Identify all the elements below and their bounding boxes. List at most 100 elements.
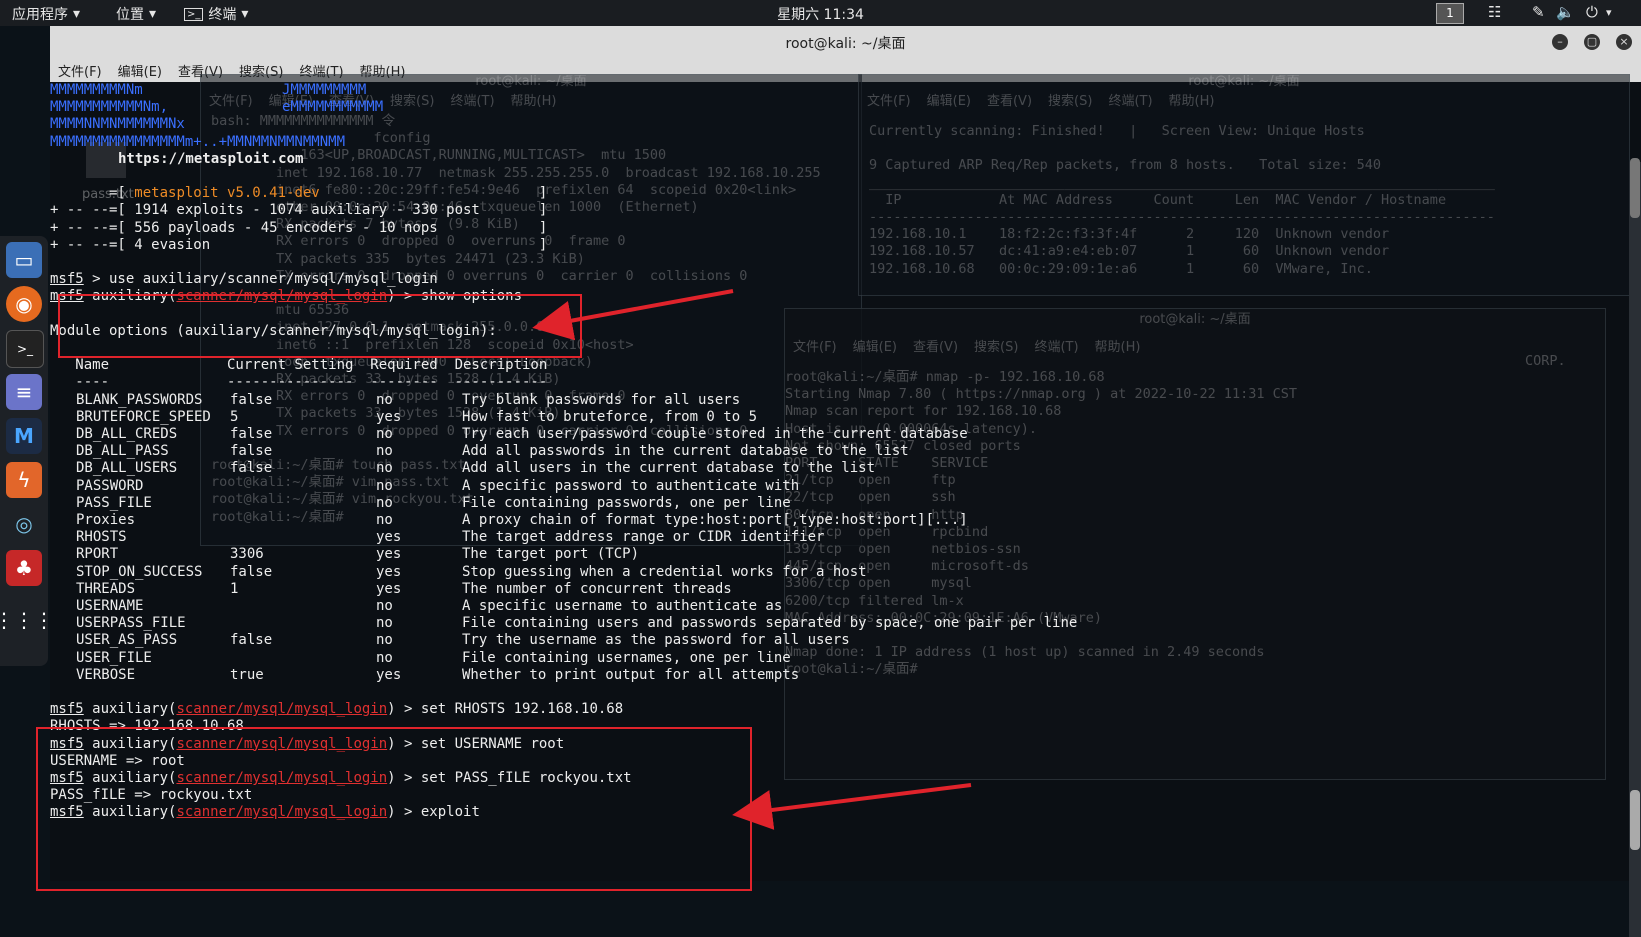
window-titlebar[interactable]: root@kali: ~/桌面 – ▢ × [50,26,1641,58]
app-grid-icon[interactable]: ⋮⋮⋮ [0,602,54,638]
menu-edit[interactable]: 编辑(E) [118,61,162,80]
option-name: VERBOSE [76,666,136,683]
bg-window-title: root@kali: ~/桌面 [1139,312,1251,327]
bg-left-line: root@kali:~/桌面# vim rockyou.txt [211,491,474,508]
option-required: yes [376,529,402,546]
option-required: no [376,443,393,460]
files-icon[interactable]: ▭ [6,242,42,278]
option-desc: The target address range or CIDR identif… [462,529,825,546]
bg-nmap-line: root@kali:~/桌面# [785,661,926,678]
firefox-icon[interactable]: ◉ [6,286,42,322]
option-desc: Stop guessing when a credential works fo… [462,563,867,580]
notes-icon[interactable]: ≡ [6,374,42,410]
bg-nmap-corp: CORP. [1525,353,1566,369]
power-icon[interactable]: ⏻ [1586,3,1598,21]
option-name: USER_AS_PASS [76,632,178,649]
option-setting: false [230,443,273,460]
option-desc: Add all users in the current database to… [462,460,876,477]
bg-window-menubar: 文件(F) 编辑(E) 查看(V) 搜索(S) 终端(T) 帮助(H) [867,93,1214,110]
option-required: yes [376,546,402,563]
close-icon[interactable]: × [1616,34,1632,50]
bg-right-line: ________________________________________… [869,174,1495,191]
option-name: Proxies [76,512,136,528]
option-setting: false [230,460,273,477]
metasploit-icon[interactable]: M [6,418,42,454]
bg-right-line: ----------------------------------------… [869,209,1495,225]
option-name: BRUTEFORCE_SPEED [76,408,211,425]
annotation-box-set-options [36,727,752,891]
option-desc: A proxy chain of format type:host:port[,… [462,512,968,528]
option-required: yes [376,580,402,597]
maximize-icon[interactable]: ▢ [1584,34,1600,50]
terminal-content[interactable]: root@kali: ~/桌面 文件(F) 编辑(E) 查看(V) 搜索(S) … [36,74,1641,937]
option-required: no [376,632,393,649]
chevron-down-icon[interactable]: ▾ [1606,6,1612,19]
terminal-icon[interactable]: >_ [6,330,44,368]
metasploit-url: https://metasploit.com [118,150,304,167]
top-panel: 应用程序 ▾ 位置 ▾ >_ 终端 ▾ 星期六 11:34 1 ☷ ✎ 🔈 ⏻ … [0,0,1641,26]
volume-icon[interactable]: 🔈 [1556,3,1575,21]
cherrytree-icon[interactable]: ♣ [6,550,42,586]
bg-scrollbar-thumb[interactable] [1630,158,1640,218]
arrow-to-set-commands [732,783,972,830]
window-title: root@kali: ~/桌面 [785,36,906,52]
option-desc: The number of concurrent threads [462,580,732,597]
cmd-use: > use auxiliary/scanner/mysql/mysql_logi… [83,271,438,288]
option-name: RHOSTS [76,529,127,546]
option-name: DB_ALL_CREDS [76,426,178,442]
option-desc: Add all passwords in the current databas… [462,443,909,460]
option-required: no [376,615,393,632]
banner-line: MMMMMMMMMMMMMMMMm+..+MMNMMNMMNMMNMM [50,133,346,150]
bg-window-menubar: 文件(F) 编辑(E) 查看(V) 搜索(S) 终端(T) 帮助(H) [793,339,1140,356]
option-setting: 3306 [230,546,264,563]
bg-menu-search: 搜索(S) [974,340,1019,355]
option-setting: 1 [230,580,239,597]
banner-line: MMMMMMMMMNm [50,82,143,98]
clock[interactable]: 星期六 11:34 [0,4,1641,24]
scrollbar-thumb[interactable] [1630,790,1640,850]
prompt-line: msf5 > use auxiliary/scanner/mysql/mysql… [50,271,438,288]
network-users-icon[interactable]: ☷ [1488,3,1501,21]
option-required: no [376,426,393,442]
pen-icon[interactable]: ✎ [1532,3,1545,21]
bg-menu-edit: 编辑(E) [852,340,897,355]
option-required: no [376,494,393,511]
bg-nmap-line: Nmap scan report for 192.168.10.68 [785,403,1062,420]
bg-menu-help: 帮助(H) [1094,340,1141,355]
option-desc: Whether to print output for all attempts [462,666,800,683]
bg-nmap-line: 6200/tcp filtered lm-x [785,592,964,609]
option-required: yes [376,666,402,683]
bg-menu-view: 查看(V) [986,94,1033,109]
option-name: RPORT [76,546,119,563]
bg-right-line: IP At MAC Address Count Len MAC Vendor /… [869,191,1447,208]
menu-file[interactable]: 文件(F) [58,61,102,80]
bg-menu-file: 文件(F) [793,340,837,355]
background-terminal-netdiscover: root@kali: ~/桌面 文件(F) 编辑(E) 查看(V) 搜索(S) … [858,74,1630,296]
option-name: USERNAME [76,598,144,614]
option-name: PASSWORD [76,477,144,494]
option-name: DB_ALL_USERS [76,460,178,477]
version-prefix: =[ [50,185,135,202]
bg-nmap-line: 22/tcp open ssh [785,489,956,506]
eye-icon[interactable]: ◎ [6,506,42,542]
burpsuite-icon[interactable]: ϟ [6,462,42,498]
option-name: THREADS [76,580,136,597]
minimize-icon[interactable]: – [1552,34,1568,50]
prompt-msf5: msf5 [50,701,84,718]
option-setting: false [230,632,273,649]
session-command: set RHOSTS 192.168.10.68 [420,701,624,718]
bg-menu-help: 帮助(H) [1168,94,1215,109]
option-setting: false [230,391,273,408]
bg-nmap-line: Nmap done: 1 IP address (1 host up) scan… [785,644,1265,661]
prompt-pre: auxiliary( [83,701,177,718]
stats-line: + -- --=[ 4 evasion ] [50,236,548,253]
bg-right-line: 192.168.10.57 dc:41:a9:e4:eb:07 1 60 Unk… [869,243,1390,260]
bg-right-line: Currently scanning: Finished! | Screen V… [869,123,1365,139]
option-desc: File containing users and passwords sepa… [462,615,1078,632]
banner-line: MMMMNNMNMMMMMMNx [50,116,185,133]
banner-line: MMMMMMMMMMMNm, [50,99,169,116]
workspace-indicator[interactable]: 1 [1436,3,1464,24]
banner-line: eMMMMMMMMMMM [282,99,384,116]
bg-menu-terminal: 终端(T) [1034,340,1079,355]
bg-menu-file: 文件(F) [867,94,911,109]
